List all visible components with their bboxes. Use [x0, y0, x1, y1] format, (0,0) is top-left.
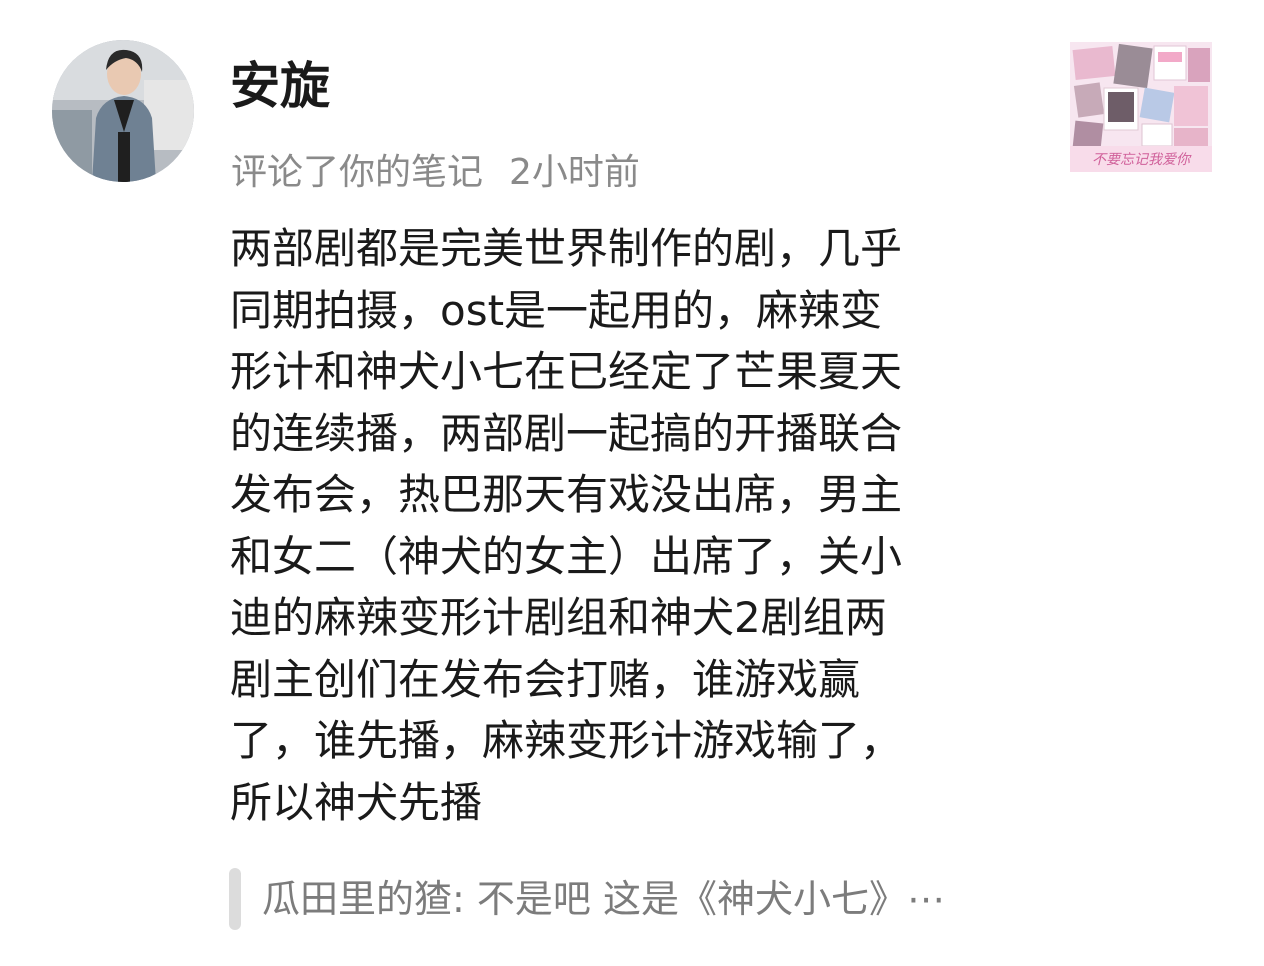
comment-line: 所以神犬先播 — [230, 777, 483, 827]
comment-line: 迪的麻辣变形计剧组和神犬2剧组两 — [230, 593, 887, 642]
comment-line: 两部剧都是完美世界制作的剧，几乎 — [230, 224, 903, 273]
user-avatar[interactable] — [52, 40, 194, 182]
action-text: 评论了你的笔记 — [231, 152, 484, 193]
notification-meta: 评论了你的笔记 2小时前 — [231, 150, 640, 196]
comment-line: 的连续播，两部剧一起搞的开播联合 — [230, 408, 903, 458]
quote-bar — [229, 868, 241, 930]
thumbnail-collage: 不要忘记我爱你 — [1070, 42, 1212, 172]
comment-line: 同期拍摄，ost是一起用的，麻辣变 — [230, 285, 883, 335]
comment-line: 了，谁先播，麻辣变形计游戏输了， — [230, 716, 903, 765]
comment-notification-card[interactable]: 安旋 评论了你的笔记 2小时前 两部剧都是完美世界制作的剧，几乎 同期拍摄，ost… — [0, 0, 1264, 966]
comment-line: 形计和神犬小七在已经定了芒果夏天 — [230, 347, 903, 396]
quoted-comment-text: 瓜田里的猹: 不是吧 这是《神犬小七》⋯ — [262, 877, 945, 921]
comment-line: 和女二（神犬的女主）出席了，关小 — [230, 531, 903, 581]
note-thumbnail[interactable]: 不要忘记我爱你 — [1070, 42, 1212, 172]
comment-line: 剧主创们在发布会打赌，谁游戏赢 — [230, 654, 861, 704]
timestamp: 2小时前 — [509, 152, 640, 193]
thumbnail-caption: 不要忘记我爱你 — [1092, 152, 1192, 168]
avatar-image — [52, 40, 194, 182]
username[interactable]: 安旋 — [230, 56, 330, 116]
comment-line: 发布会，热巴那天有戏没出席，男主 — [230, 470, 903, 519]
quoted-comment[interactable]: 瓜田里的猹: 不是吧 这是《神犬小七》⋯ — [229, 866, 1029, 930]
comment-body[interactable]: 两部剧都是完美世界制作的剧，几乎 同期拍摄，ost是一起用的，麻辣变 形计和神犬… — [230, 218, 1030, 833]
